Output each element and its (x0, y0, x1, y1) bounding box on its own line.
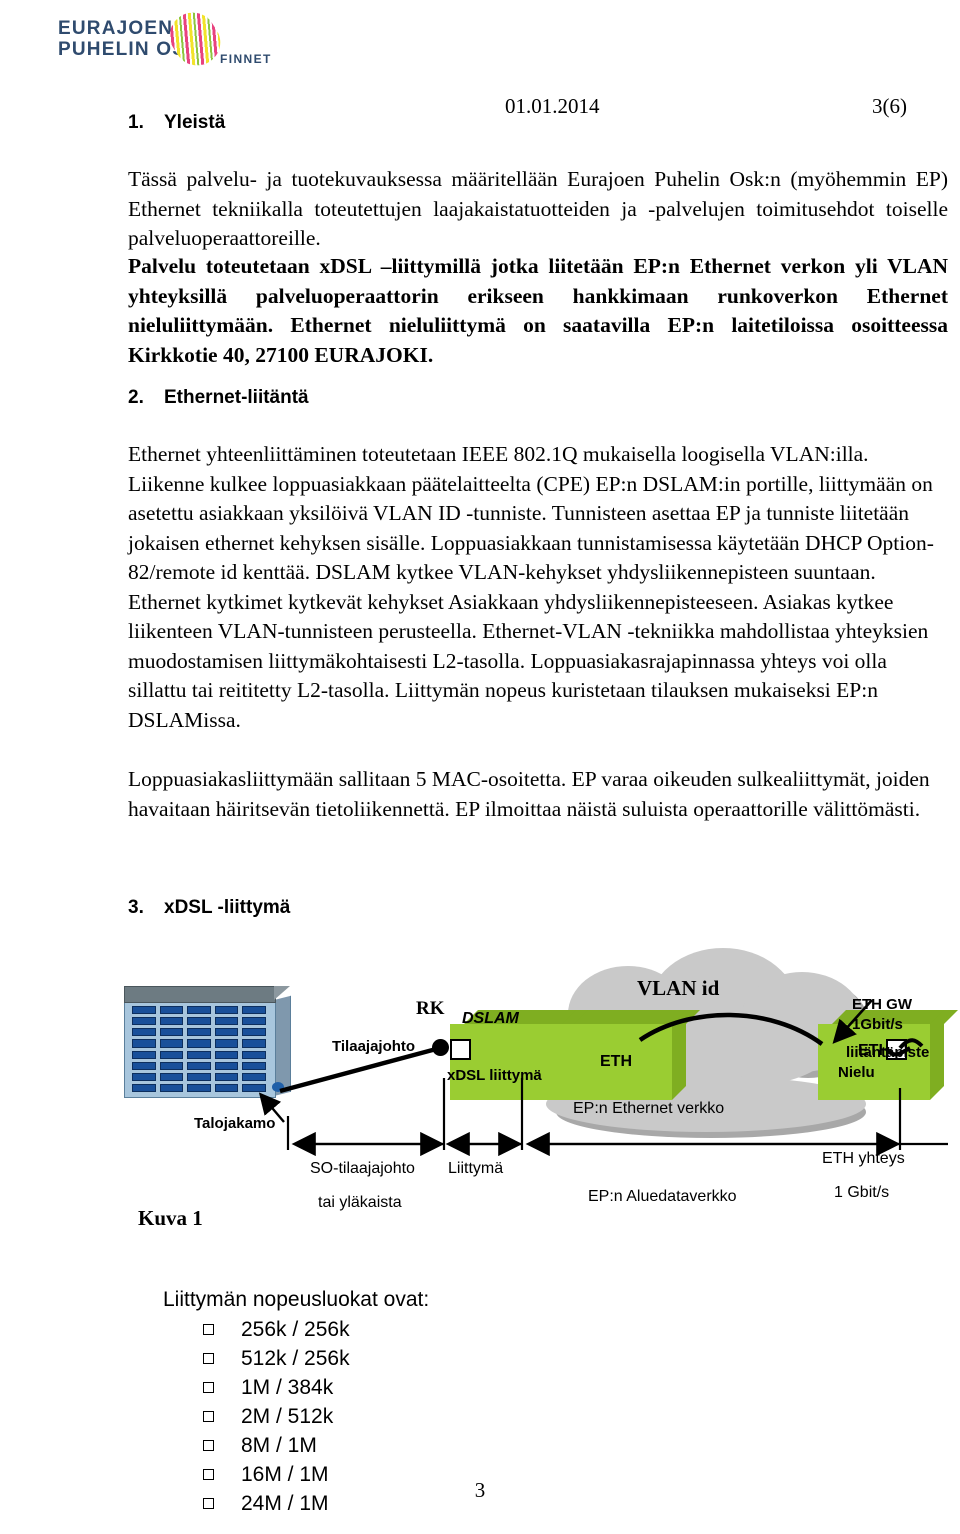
dimension-lines (286, 1078, 948, 1157)
page-reference: 3(6) (872, 94, 907, 118)
section-heading-3: 3. xDSL -liittymä (128, 897, 290, 919)
document-date: 01.01.2014 (505, 94, 600, 118)
section-1-title: Yleistä (164, 112, 226, 133)
square-bullet-icon (203, 1440, 214, 1451)
section-3-title: xDSL -liittymä (164, 897, 291, 918)
label-liittyma: Liittymä (448, 1160, 504, 1177)
finnet-label: FINNET (220, 52, 272, 66)
company-logo: EURAJOEN PUHELIN OSK FINNET (58, 8, 308, 78)
list-item: 1M / 384k (197, 1373, 429, 1402)
section-heading-1: 1. Yleistä (128, 112, 225, 134)
label-tai-ylakaista: tai yläkaista (318, 1194, 402, 1211)
logo-line-1: EURAJOEN (58, 18, 174, 39)
paragraph-mac: Loppuasiakasliittymään sallitaan 5 MAC-o… (128, 767, 930, 821)
label-eth-speed: 1 Gbit/s (834, 1184, 890, 1201)
square-bullet-icon (203, 1324, 214, 1335)
list-item: 256k / 256k (197, 1315, 429, 1344)
network-diagram: Talojakamo Tilaajajohto RK DSLAM xDSL li… (110, 948, 958, 1258)
speed-value: 8M / 1M (241, 1434, 317, 1457)
speed-value: 512k / 256k (241, 1347, 350, 1370)
speed-value: 256k / 256k (241, 1318, 350, 1341)
section-heading-2: 2. Ethernet-liitäntä (128, 387, 309, 409)
paragraph-service: Palvelu toteutetaan xDSL –liittymillä jo… (128, 254, 948, 367)
figure-caption: Kuva 1 (138, 1206, 203, 1230)
section-3-number: 3. (128, 897, 144, 918)
square-bullet-icon (203, 1353, 214, 1364)
speed-value: 1M / 384k (241, 1376, 334, 1399)
list-item: 512k / 256k (197, 1344, 429, 1373)
square-bullet-icon (203, 1411, 214, 1422)
label-so-tilaajajohto: SO-tilaajajohto (310, 1160, 415, 1177)
list-item: 2M / 512k (197, 1402, 429, 1431)
paragraph-intro: Tässä palvelu- ja tuotekuvauksessa määri… (128, 167, 948, 250)
speed-classes-title: Liittymän nopeusluokat ovat: (163, 1288, 430, 1311)
section-1-number: 1. (128, 112, 144, 133)
list-item: 8M / 1M (197, 1431, 429, 1460)
speed-value: 2M / 512k (241, 1405, 334, 1428)
label-aluedataverkko: EP:n Aluedataverkko (588, 1188, 737, 1205)
section-2-title: Ethernet-liitäntä (164, 387, 309, 408)
footer-page-number: 3 (474, 1478, 486, 1502)
label-eth-yhteys: ETH yhteys (822, 1150, 905, 1167)
paragraph-ethernet: Ethernet yhteenliittäminen toteutetaan I… (128, 442, 934, 732)
section-2-number: 2. (128, 387, 144, 408)
square-bullet-icon (203, 1382, 214, 1393)
